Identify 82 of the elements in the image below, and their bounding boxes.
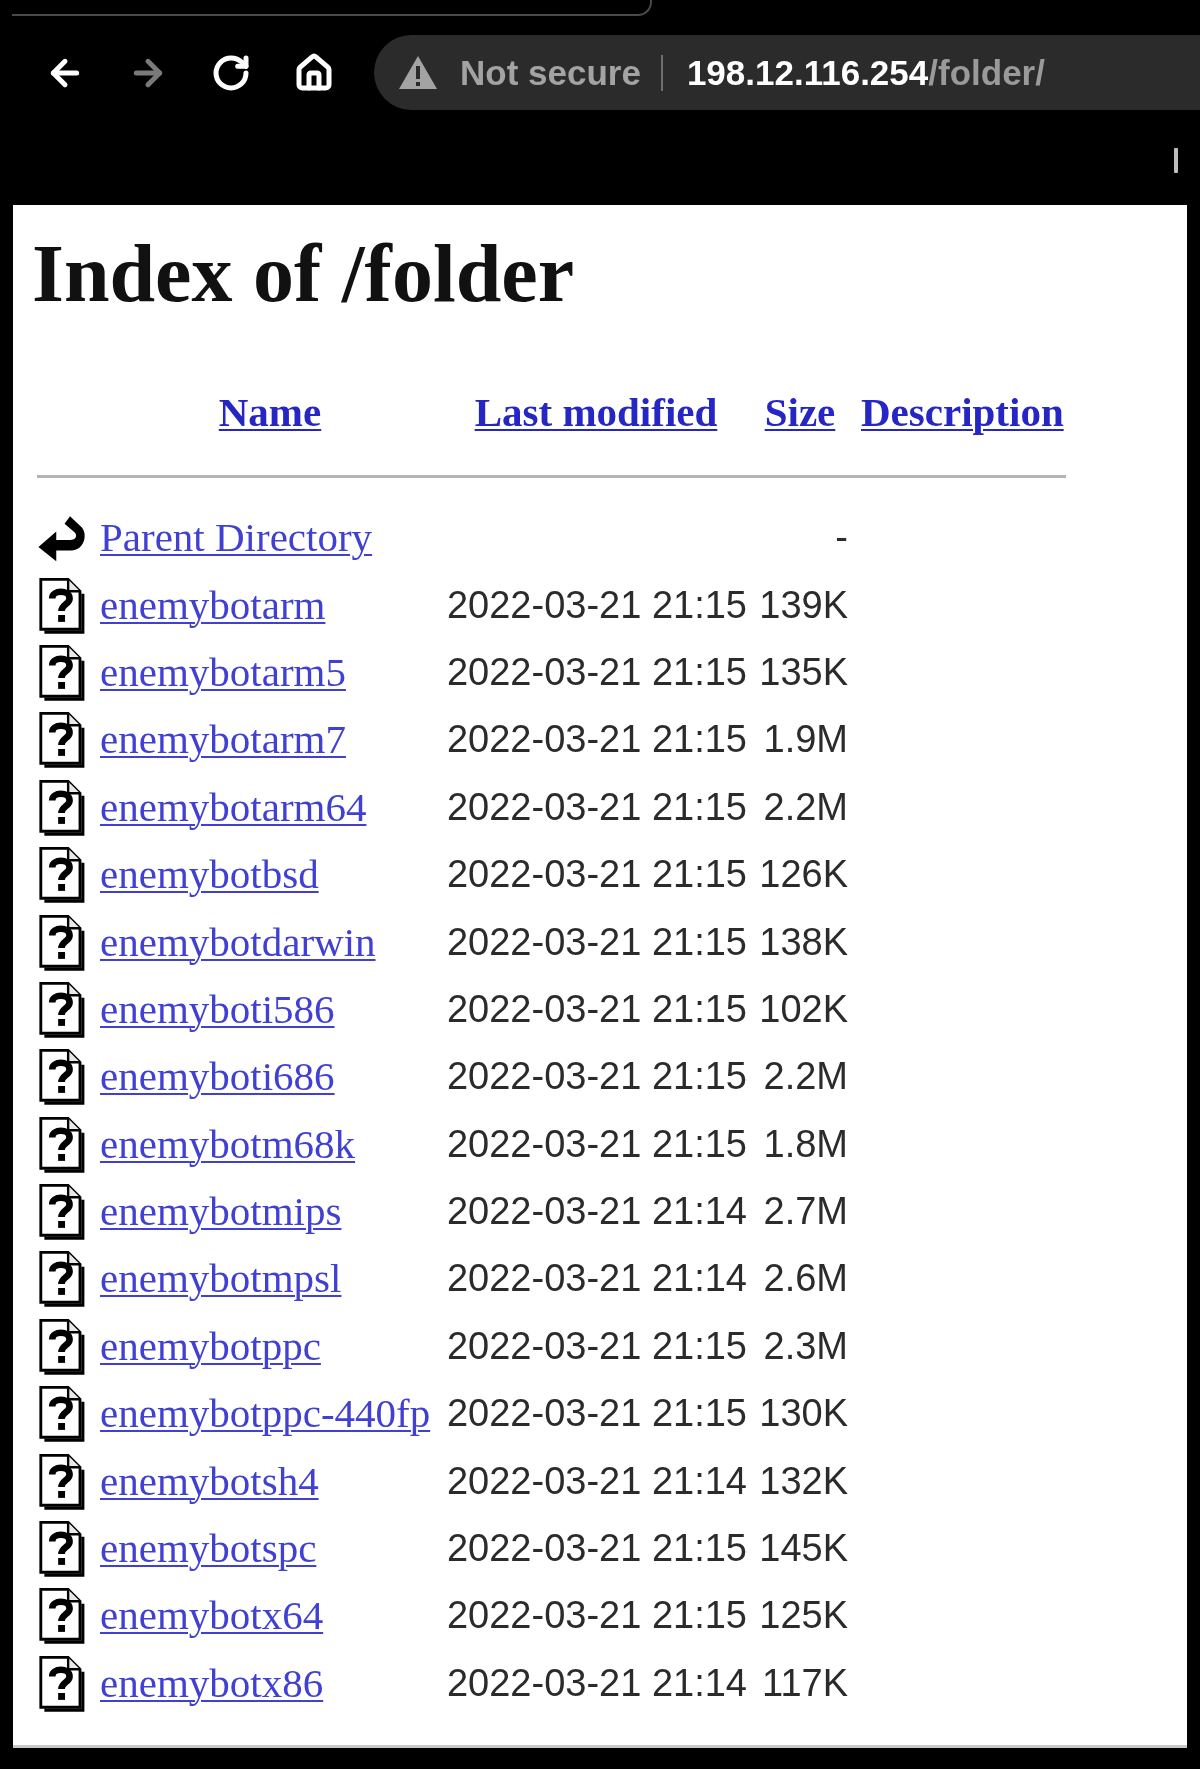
modified-date: 2022-03-21 21:14	[446, 1459, 747, 1502]
question-file-icon	[37, 1654, 85, 1712]
file-size: 2.2M	[763, 785, 848, 828]
modified-date: 2022-03-21 21:15	[446, 650, 747, 693]
question-file-icon	[37, 1048, 85, 1106]
question-file-icon	[37, 846, 85, 904]
modified-date: 2022-03-21 21:15	[446, 1324, 747, 1367]
file-size: 130K	[759, 1392, 848, 1435]
file-size: 102K	[759, 987, 848, 1030]
file-size: -	[835, 516, 848, 559]
question-file-icon	[37, 1520, 85, 1578]
modified-date: 2022-03-21 21:14	[446, 1661, 747, 1704]
file-link[interactable]: enemybotspc	[100, 1525, 317, 1572]
modified-date: 2022-03-21 21:15	[446, 1122, 747, 1165]
column-heading-link[interactable]: Last modified	[474, 389, 718, 435]
column-heading-link[interactable]: Description	[861, 389, 1064, 435]
modified-date: 2022-03-21 21:15	[446, 1594, 747, 1637]
file-size: 1.8M	[763, 1122, 848, 1165]
modified-date: 2022-03-21 21:14	[446, 1257, 747, 1300]
file-link[interactable]: enemybotarm7	[100, 716, 346, 763]
file-link[interactable]: enemybotarm5	[100, 648, 346, 695]
file-link[interactable]: enemybotdarwin	[100, 918, 376, 965]
question-file-icon	[37, 576, 85, 634]
modified-date: 2022-03-21 21:15	[446, 1527, 747, 1570]
file-link[interactable]: enemybotmips	[100, 1188, 342, 1235]
modified-date: 2022-03-21 21:15	[446, 987, 747, 1030]
file-size: 2.6M	[763, 1257, 848, 1300]
file-size: 132K	[759, 1459, 848, 1502]
file-link[interactable]: enemybotsh4	[100, 1457, 319, 1504]
file-size: 125K	[759, 1594, 848, 1637]
warning-icon	[398, 55, 438, 90]
home-icon	[294, 52, 334, 93]
file-link[interactable]: enemybotx64	[100, 1592, 324, 1639]
file-size: 2.3M	[763, 1324, 848, 1367]
file-size: 2.2M	[763, 1055, 848, 1098]
file-link[interactable]: enemyboti586	[100, 985, 335, 1032]
modified-date: 2022-03-21 21:15	[446, 718, 747, 761]
column-heading-link[interactable]: Name	[218, 389, 322, 435]
home-button[interactable]	[294, 52, 334, 93]
security-label[interactable]: Not secure	[460, 55, 641, 90]
page-title: Index of /folder	[32, 227, 576, 321]
question-file-icon	[37, 711, 85, 769]
modified-date: 2022-03-21 21:15	[446, 1392, 747, 1435]
file-link[interactable]: enemybotx86	[100, 1659, 324, 1706]
scrollbar-thumb[interactable]	[1174, 148, 1178, 173]
question-file-icon	[37, 980, 85, 1038]
question-file-icon	[37, 1183, 85, 1241]
file-link[interactable]: enemybotarm	[100, 581, 326, 628]
modified-date: 2022-03-21 21:15	[446, 583, 747, 626]
question-file-icon	[37, 1452, 85, 1510]
column-heading-link[interactable]: Size	[764, 389, 836, 435]
file-size: 135K	[759, 650, 848, 693]
file-link[interactable]: enemybotmpsl	[100, 1255, 342, 1302]
question-file-icon	[37, 778, 85, 836]
question-file-icon	[37, 643, 85, 701]
question-file-icon	[37, 1385, 85, 1443]
question-file-icon	[37, 1250, 85, 1308]
file-size: 139K	[759, 583, 848, 626]
file-link[interactable]: enemyboti686	[100, 1053, 335, 1100]
file-size: 126K	[759, 853, 848, 896]
address-bar[interactable]: Not secure 198.12.116.254/folder/	[374, 35, 1200, 110]
question-file-icon	[37, 1115, 85, 1173]
modified-date: 2022-03-21 21:15	[446, 920, 747, 963]
file-link[interactable]: enemybotbsd	[100, 851, 319, 898]
file-link[interactable]: enemybotm68k	[100, 1120, 356, 1167]
modified-date: 2022-03-21 21:15	[446, 853, 747, 896]
url-text[interactable]: 198.12.116.254/folder/	[686, 55, 1045, 90]
modified-date: 2022-03-21 21:15	[446, 785, 747, 828]
question-file-icon	[37, 1587, 85, 1645]
file-size: 2.7M	[763, 1190, 848, 1233]
parent-directory-link[interactable]: Parent Directory	[100, 514, 373, 561]
file-size: 117K	[762, 1661, 848, 1704]
modified-date: 2022-03-21 21:14	[446, 1190, 747, 1233]
file-link[interactable]: enemybotppc	[100, 1322, 321, 1369]
file-size: 145K	[759, 1527, 848, 1570]
file-link[interactable]: enemybotarm64	[100, 783, 367, 830]
file-size: 1.9M	[763, 718, 848, 761]
file-size: 138K	[759, 920, 848, 963]
file-link[interactable]: enemybotppc-440fp	[100, 1390, 431, 1437]
question-file-icon	[37, 913, 85, 971]
modified-date: 2022-03-21 21:15	[446, 1055, 747, 1098]
question-file-icon	[37, 1317, 85, 1375]
